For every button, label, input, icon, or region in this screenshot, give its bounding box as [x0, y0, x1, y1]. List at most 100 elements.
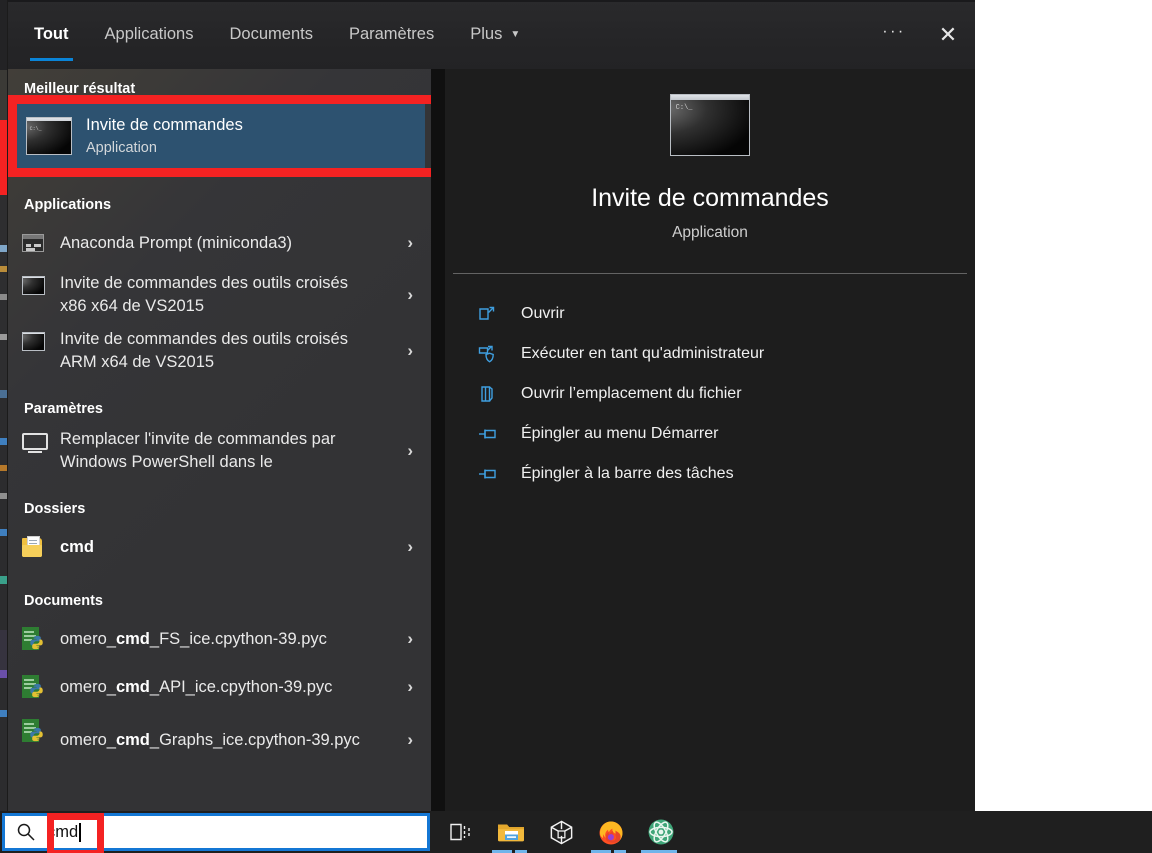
close-button[interactable]: ✕: [921, 0, 975, 69]
atom-editor-icon[interactable]: [636, 811, 686, 853]
cmd-console-icon: [22, 276, 60, 295]
chevron-right-icon[interactable]: ›: [407, 441, 413, 461]
best-result-wrapper: C:\_ Invite de commandes Application: [8, 95, 431, 177]
detail-pane: C:\_ Invite de commandes Application Ouv…: [445, 69, 975, 811]
close-icon: ✕: [938, 21, 958, 47]
detail-title: Invite de commandes: [591, 184, 829, 212]
cmd-console-icon: C:\_: [670, 94, 750, 156]
list-item-label: omero_cmd_Graphs_ice.cpython-39.pyc: [60, 729, 360, 752]
taskbar: cmd: [0, 811, 1152, 853]
chevron-right-icon[interactable]: ›: [407, 341, 413, 361]
list-item[interactable]: omero_cmd_Graphs_ice.cpython-39.pyc ›: [8, 711, 431, 769]
tab-tout[interactable]: Tout: [16, 0, 87, 69]
section-header-best-result: Meilleur résultat: [24, 81, 136, 97]
tab-documents[interactable]: Documents: [212, 0, 331, 69]
cmd-console-icon: [22, 332, 60, 351]
list-item[interactable]: omero_cmd_API_ice.cpython-39.pyc ›: [8, 663, 431, 711]
file-explorer-icon[interactable]: [486, 811, 536, 853]
best-result-subtitle: Application: [86, 139, 157, 156]
best-result-texts: Invite de commandes Application: [86, 115, 243, 158]
chevron-right-icon[interactable]: ›: [407, 285, 413, 305]
list-item[interactable]: cmd ›: [8, 523, 431, 571]
console-prompt-text: C:\_: [675, 103, 693, 112]
filename-suffix: _FS_ice.cpython-39.pyc: [149, 629, 327, 648]
tab-active-underline: [30, 58, 73, 61]
section-header-parametres: Paramètres: [24, 401, 103, 417]
search-body: Meilleur résultat C:\_ Invite de command…: [8, 69, 975, 811]
tab-label: Plus: [470, 25, 503, 43]
cube-3d-viewer-icon[interactable]: [536, 811, 586, 853]
open-window-icon: [477, 304, 521, 324]
list-item-label: cmd: [60, 537, 94, 556]
pin-icon: [477, 424, 521, 444]
search-icon: [5, 821, 47, 843]
pin-icon: [477, 464, 521, 484]
detail-actions-list: Ouvrir Exécuter en tant qu'administrateu…: [445, 294, 975, 494]
list-item-label: Invite de commandes des outils croisés A…: [60, 330, 348, 371]
python-file-icon: [22, 627, 60, 651]
filename-suffix: _Graphs_ice.cpython-39.pyc: [149, 730, 360, 749]
taskbar-search-box[interactable]: cmd: [2, 813, 430, 853]
section-header-dossiers: Dossiers: [24, 501, 86, 517]
python-logo-icon: [30, 683, 43, 698]
tab-label: Tout: [34, 25, 69, 43]
tab-parametres[interactable]: Paramètres: [331, 0, 452, 69]
task-view-icon[interactable]: [436, 811, 486, 853]
action-label: Exécuter en tant qu'administrateur: [521, 345, 765, 362]
best-result-item[interactable]: C:\_ Invite de commandes Application: [16, 103, 425, 169]
python-file-icon: [22, 675, 60, 699]
chevron-right-icon[interactable]: ›: [407, 233, 413, 253]
tab-label: Documents: [229, 25, 313, 43]
list-item-label: Remplacer l'invite de commandes par Wind…: [60, 430, 336, 471]
action-label: Ouvrir l’emplacement du fichier: [521, 385, 742, 402]
python-logo-icon: [30, 635, 43, 650]
filename-match: cmd: [115, 677, 150, 696]
ellipsis-icon: ···: [882, 22, 906, 40]
filename-suffix: _API_ice.cpython-39.pyc: [149, 677, 333, 696]
python-logo-icon: [30, 727, 43, 742]
action-label: Épingler au menu Démarrer: [521, 425, 719, 442]
action-pin-to-taskbar[interactable]: Épingler à la barre des tâches: [445, 454, 975, 494]
detail-divider: [453, 273, 967, 274]
filename-prefix: omero_: [60, 730, 116, 749]
chevron-right-icon[interactable]: ›: [407, 629, 413, 649]
tab-label: Applications: [104, 25, 194, 43]
list-item[interactable]: Invite de commandes des outils croisés A…: [8, 323, 431, 379]
search-input[interactable]: cmd: [47, 816, 81, 848]
list-item[interactable]: Invite de commandes des outils croisés x…: [8, 267, 431, 323]
more-options-button[interactable]: ···: [867, 0, 921, 69]
list-item-label: Anaconda Prompt (miniconda3): [60, 233, 293, 252]
filename-match: cmd: [115, 629, 150, 648]
header-buttons: ··· ✕: [867, 0, 975, 69]
firefox-icon[interactable]: [586, 811, 636, 853]
list-item[interactable]: Remplacer l'invite de commandes par Wind…: [8, 423, 431, 479]
best-result-title: Invite de commandes: [86, 115, 243, 134]
action-pin-to-start[interactable]: Épingler au menu Démarrer: [445, 414, 975, 454]
chevron-right-icon[interactable]: ›: [407, 730, 413, 750]
cmd-console-icon: C:\_: [26, 117, 72, 155]
list-item-label: omero_cmd_FS_ice.cpython-39.pyc: [60, 628, 327, 651]
list-item-label: omero_cmd_API_ice.cpython-39.pyc: [60, 676, 332, 699]
section-header-documents: Documents: [24, 593, 103, 609]
screen: Tout Applications Documents Paramètres P…: [0, 0, 1152, 853]
chevron-right-icon[interactable]: ›: [407, 677, 413, 697]
tab-applications[interactable]: Applications: [87, 0, 212, 69]
action-run-as-administrator[interactable]: Exécuter en tant qu'administrateur: [445, 334, 975, 374]
action-open[interactable]: Ouvrir: [445, 294, 975, 334]
search-header: Tout Applications Documents Paramètres P…: [8, 0, 975, 69]
chevron-right-icon[interactable]: ›: [407, 537, 413, 557]
filename-match: cmd: [115, 730, 150, 749]
search-input-value: cmd: [47, 822, 79, 841]
action-label: Épingler à la barre des tâches: [521, 465, 734, 482]
list-item-label: Invite de commandes des outils croisés x…: [60, 274, 348, 315]
anaconda-prompt-icon: [22, 234, 60, 252]
section-header-applications: Applications: [24, 197, 112, 213]
settings-monitor-icon: [22, 433, 60, 453]
folder-icon: [22, 536, 60, 558]
action-open-file-location[interactable]: Ouvrir l’emplacement du fichier: [445, 374, 975, 414]
list-item[interactable]: Anaconda Prompt (miniconda3) ›: [8, 219, 431, 267]
list-item[interactable]: omero_cmd_FS_ice.cpython-39.pyc ›: [8, 615, 431, 663]
text-cursor: [79, 822, 81, 842]
tab-plus[interactable]: Plus ▼: [452, 0, 538, 69]
shield-admin-icon: [477, 344, 521, 364]
